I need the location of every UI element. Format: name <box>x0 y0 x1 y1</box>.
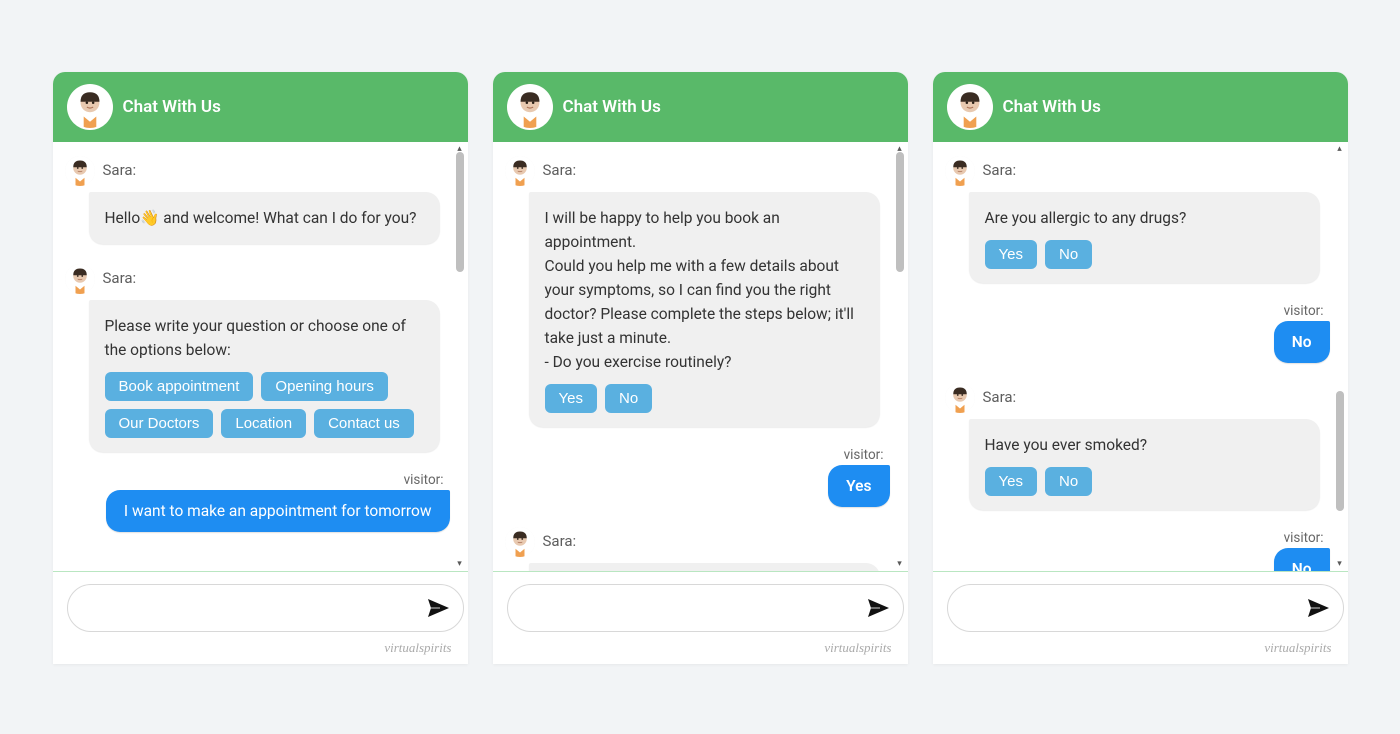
bot-message-bubble: Hello👋 and welcome! What can I do for yo… <box>89 192 440 244</box>
quick-replies: Yes No <box>985 240 1304 269</box>
visitor-label: visitor: <box>505 447 890 463</box>
avatar <box>505 156 535 186</box>
bot-message-bubble: Are you allergic to any drugs? Yes No <box>969 192 1320 283</box>
send-icon[interactable] <box>862 592 894 624</box>
quick-reply-button[interactable]: Yes <box>985 240 1037 269</box>
visitor-message-bubble: Yes <box>828 465 889 507</box>
avatar <box>507 84 553 130</box>
chat-input-row <box>493 572 908 638</box>
message-input[interactable] <box>947 584 1344 632</box>
scroll-down-icon[interactable]: ▾ <box>454 559 466 569</box>
chat-title: Chat With Us <box>1003 97 1101 117</box>
avatar <box>67 84 113 130</box>
bot-message-text: Hello👋 and welcome! What can I do for yo… <box>105 209 417 227</box>
bot-message-text: Have you ever smoked? <box>985 436 1148 454</box>
scroll-down-icon[interactable]: ▾ <box>894 559 906 569</box>
visitor-label: visitor: <box>945 303 1330 319</box>
chat-title: Chat With Us <box>123 97 221 117</box>
sender-name: Sara: <box>983 383 1017 406</box>
scrollbar-thumb[interactable] <box>1336 391 1344 511</box>
bot-message-header: Sara: <box>65 156 450 186</box>
watermark: virtualspirits <box>493 638 908 664</box>
avatar <box>65 264 95 294</box>
bot-message-header: Sara: <box>945 156 1330 186</box>
send-icon[interactable] <box>1302 592 1334 624</box>
chat-widget: Chat With Us ▴▾ Sara: Hello👋 and welcome… <box>53 72 468 664</box>
bot-message-header: Sara: <box>945 383 1330 413</box>
quick-replies: Yes No <box>545 384 864 413</box>
sender-name: Sara: <box>543 156 577 179</box>
chat-widget: Chat With Us ▴ ▾ Sara: Are you allergic t… <box>933 72 1348 664</box>
quick-reply-button[interactable]: Yes <box>545 384 597 413</box>
quick-reply-button[interactable]: Book appointment <box>105 372 254 401</box>
scroll-up-icon[interactable]: ▴ <box>1334 144 1346 154</box>
visitor-message-bubble: No <box>1274 321 1330 363</box>
chat-input-row <box>933 572 1348 638</box>
bot-message-bubble: I will be happy to help you book an appo… <box>529 192 880 427</box>
quick-reply-button[interactable]: Our Doctors <box>105 409 214 438</box>
quick-reply-button[interactable]: Yes <box>985 467 1037 496</box>
bot-message-text: Are you allergic to any drugs? <box>985 209 1187 227</box>
visitor-label: visitor: <box>65 472 450 488</box>
sender-name: Sara: <box>103 156 137 179</box>
chat-header: Chat With Us <box>53 72 468 142</box>
bot-message-text: Please write your question or choose one… <box>105 317 406 359</box>
chat-header: Chat With Us <box>493 72 908 142</box>
quick-reply-button[interactable]: No <box>605 384 652 413</box>
quick-reply-button[interactable]: No <box>1045 467 1092 496</box>
chat-title: Chat With Us <box>563 97 661 117</box>
bot-message-bubble: Are you allergic to any drugs? <box>529 563 880 572</box>
scroll-down-icon[interactable]: ▾ <box>1334 559 1346 569</box>
bot-message-header: Sara: <box>505 156 890 186</box>
avatar <box>945 156 975 186</box>
scrollbar-thumb[interactable] <box>456 152 464 272</box>
avatar <box>505 527 535 557</box>
visitor-message-bubble: I want to make an appointment for tomorr… <box>106 490 450 532</box>
avatar <box>947 84 993 130</box>
message-input[interactable] <box>67 584 464 632</box>
quick-reply-button[interactable]: Location <box>221 409 306 438</box>
bot-message-header: Sara: <box>65 264 450 294</box>
message-input[interactable] <box>507 584 904 632</box>
quick-replies: Book appointmentOpening hours Our Doctors… <box>105 372 424 438</box>
sender-name: Sara: <box>543 527 577 550</box>
avatar <box>945 383 975 413</box>
chat-header: Chat With Us <box>933 72 1348 142</box>
bot-message-header: Sara: <box>505 527 890 557</box>
bot-message-bubble: Please write your question or choose one… <box>89 300 440 452</box>
quick-reply-button[interactable]: Contact us <box>314 409 414 438</box>
quick-reply-button[interactable]: Opening hours <box>261 372 387 401</box>
watermark: virtualspirits <box>933 638 1348 664</box>
quick-reply-button[interactable]: No <box>1045 240 1092 269</box>
bot-message-bubble: Have you ever smoked? Yes No <box>969 419 1320 510</box>
send-icon[interactable] <box>422 592 454 624</box>
quick-replies: Yes No <box>985 467 1304 496</box>
sender-name: Sara: <box>983 156 1017 179</box>
chat-messages[interactable]: ▴ ▾ Sara: Are you allergic to any drugs? Y… <box>933 142 1348 572</box>
avatar <box>65 156 95 186</box>
scrollbar-thumb[interactable] <box>896 152 904 272</box>
visitor-message-bubble: No <box>1274 548 1330 572</box>
chat-messages[interactable]: ▴▾ Sara: I will be happy to help you boo… <box>493 142 908 572</box>
sender-name: Sara: <box>103 264 137 287</box>
chat-widget: Chat With Us ▴▾ Sara: I will be happy to… <box>493 72 908 664</box>
chat-input-row <box>53 572 468 638</box>
chat-messages[interactable]: ▴▾ Sara: Hello👋 and welcome! What can I … <box>53 142 468 572</box>
visitor-label: visitor: <box>945 530 1330 546</box>
bot-message-text: I will be happy to help you book an appo… <box>545 209 854 371</box>
watermark: virtualspirits <box>53 638 468 664</box>
